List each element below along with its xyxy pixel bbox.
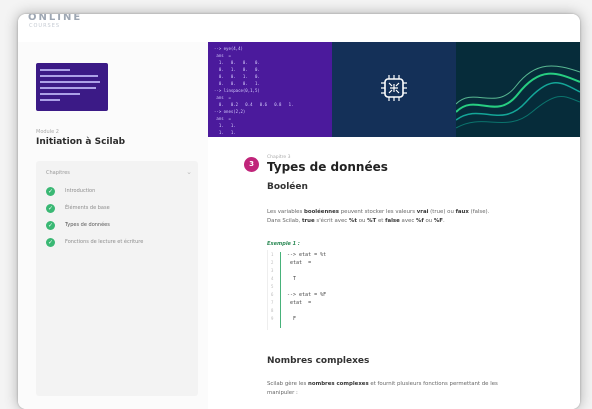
thumb-line	[40, 75, 98, 77]
brand-logo[interactable]: ONLINE	[28, 14, 82, 23]
text-span: s'écrit avec	[314, 218, 349, 224]
chapter-title: Types de données	[267, 160, 388, 174]
chapter-item-label: Types de données	[65, 222, 110, 228]
line-number: 6	[271, 292, 274, 297]
hero-chip-panel	[332, 42, 456, 137]
text-span: (true) ou	[428, 209, 456, 215]
line-number: 1	[271, 252, 274, 257]
main-content: --> eye(4,4) ans = 1. 0. 0. 0. 0. 1. 0. …	[208, 42, 580, 409]
thumb-line	[40, 81, 100, 83]
check-circle-icon: ✓	[46, 187, 55, 196]
text-span: (false).	[468, 209, 490, 215]
example-label: Exemple 1 :	[267, 241, 300, 247]
text-bold: nombres complexes	[308, 381, 369, 387]
hero-code-line: 0. 0. 0. 1.	[214, 81, 260, 86]
text-span: ou	[356, 218, 368, 224]
hero-code-line: 1. 0. 0. 0.	[214, 60, 260, 65]
thumb-line	[40, 93, 80, 95]
text-span: peuvent stocker les valeurs	[339, 209, 417, 215]
code-block[interactable]: 1 2 3 4 5 6 7 8 9 --> etat = %t etat = T…	[267, 250, 428, 330]
hero-code-line: 0. 0.2 0.4 0.6 0.8 1.	[214, 102, 294, 107]
hero-banner: --> eye(4,4) ans = 1. 0. 0. 0. 0. 1. 0. …	[208, 42, 580, 137]
boolean-paragraph-line-2: Dans Scilab, true s'écrit avec %t ou %T …	[267, 217, 445, 225]
text-span: avec	[399, 218, 416, 224]
line-number: 2	[271, 260, 274, 265]
text-span: Les variables	[267, 209, 305, 215]
hero-code-line: 0. 0. 1. 0.	[214, 74, 260, 79]
complex-paragraph-line-2: manipuler :	[267, 390, 298, 396]
text-bold: %F	[433, 218, 443, 224]
sidebar: Module 2 Initiation à Scilab Chapitres ⌄…	[18, 42, 209, 409]
text-bold: %T	[367, 218, 377, 224]
line-number: 7	[271, 300, 274, 305]
thumb-line	[40, 69, 70, 71]
chevron-down-icon[interactable]: ⌄	[186, 168, 192, 176]
check-circle-icon: ✓	[46, 238, 55, 247]
text-span: .	[443, 218, 445, 224]
text-bold: vrai	[416, 209, 429, 215]
hero-code-line: --> linspace(0,1,5)	[214, 88, 260, 93]
course-window: ONLINE COURSES Module 2 Initiation à Sci…	[18, 14, 580, 409]
text-bold: %t	[349, 218, 357, 224]
chapters-panel: Chapitres ⌄ ✓ Introduction ✓ Éléments de…	[36, 161, 198, 396]
check-circle-icon: ✓	[46, 221, 55, 230]
code-line: T	[287, 276, 297, 282]
chapter-item[interactable]: ✓ Éléments de base	[46, 203, 196, 215]
chapter-item-label: Éléments de base	[65, 205, 110, 211]
boolean-paragraph-line-1: Les variables booléennes peuvent stocker…	[267, 208, 489, 216]
text-span: Scilab gère les	[267, 381, 309, 387]
hero-code-line: ans =	[214, 116, 231, 121]
text-span: et fournit plusieurs fonctions permettan…	[368, 381, 498, 387]
chapter-item-label: Fonctions de lecture et écriture	[65, 239, 144, 245]
line-number: 4	[271, 276, 274, 281]
module-title: Initiation à Scilab	[36, 137, 126, 147]
thumb-line	[40, 87, 96, 89]
line-number: 3	[271, 268, 274, 273]
chapter-item[interactable]: ✓ Types de données	[46, 220, 196, 232]
section-heading-boolean: Booléen	[267, 182, 308, 192]
hero-code-line: ans =	[214, 53, 231, 58]
line-number: 5	[271, 284, 274, 289]
module-thumbnail[interactable]	[36, 63, 108, 111]
text-bold: booléennes	[304, 209, 339, 215]
thumb-line	[40, 99, 60, 101]
text-bold: %f	[416, 218, 424, 224]
line-number: 9	[271, 316, 274, 321]
code-line: --> etat = %t	[287, 252, 327, 258]
hero-code-line: 1. 1.	[214, 130, 236, 135]
top-bar: ONLINE COURSES	[18, 14, 580, 43]
chapters-title: Chapitres	[46, 170, 70, 176]
code-line: F	[287, 316, 297, 322]
code-accent-bar	[280, 252, 281, 328]
section-heading-complex: Nombres complexes	[267, 356, 370, 366]
complex-paragraph-line-1: Scilab gère les nombres complexes et fou…	[267, 380, 498, 388]
hero-code-line: 1. 1.	[214, 123, 236, 128]
text-span: et	[376, 218, 386, 224]
check-circle-icon: ✓	[46, 204, 55, 213]
chapter-number-badge: 3	[244, 157, 259, 172]
text-bold: faux	[455, 209, 469, 215]
brand-subtitle: COURSES	[29, 23, 61, 29]
hero-code-line: 0. 1. 0. 0.	[214, 67, 260, 72]
chapter-item[interactable]: ✓ Introduction	[46, 186, 196, 198]
chapter-item-label: Introduction	[65, 188, 96, 194]
line-number: 8	[271, 308, 274, 313]
chapter-item[interactable]: ✓ Fonctions de lecture et écriture	[46, 237, 196, 249]
hero-wave-panel	[456, 42, 580, 137]
text-span: ou	[423, 218, 434, 224]
text-bold: true	[301, 218, 315, 224]
code-line: etat =	[287, 260, 312, 266]
code-line: --> etat = %F	[287, 292, 327, 298]
hero-code-line: --> ones(2,2)	[214, 109, 246, 114]
hero-code-line: --> eye(4,4)	[214, 46, 243, 51]
text-bold: false	[385, 218, 400, 224]
text-span: Dans Scilab,	[267, 218, 302, 224]
module-label: Module 2	[36, 129, 59, 135]
hero-code-panel: --> eye(4,4) ans = 1. 0. 0. 0. 0. 1. 0. …	[208, 42, 332, 137]
hero-code-line: ans =	[214, 95, 231, 100]
code-line: etat =	[287, 300, 312, 306]
data-wave-graphic	[456, 65, 580, 129]
chip-icon	[381, 75, 407, 101]
